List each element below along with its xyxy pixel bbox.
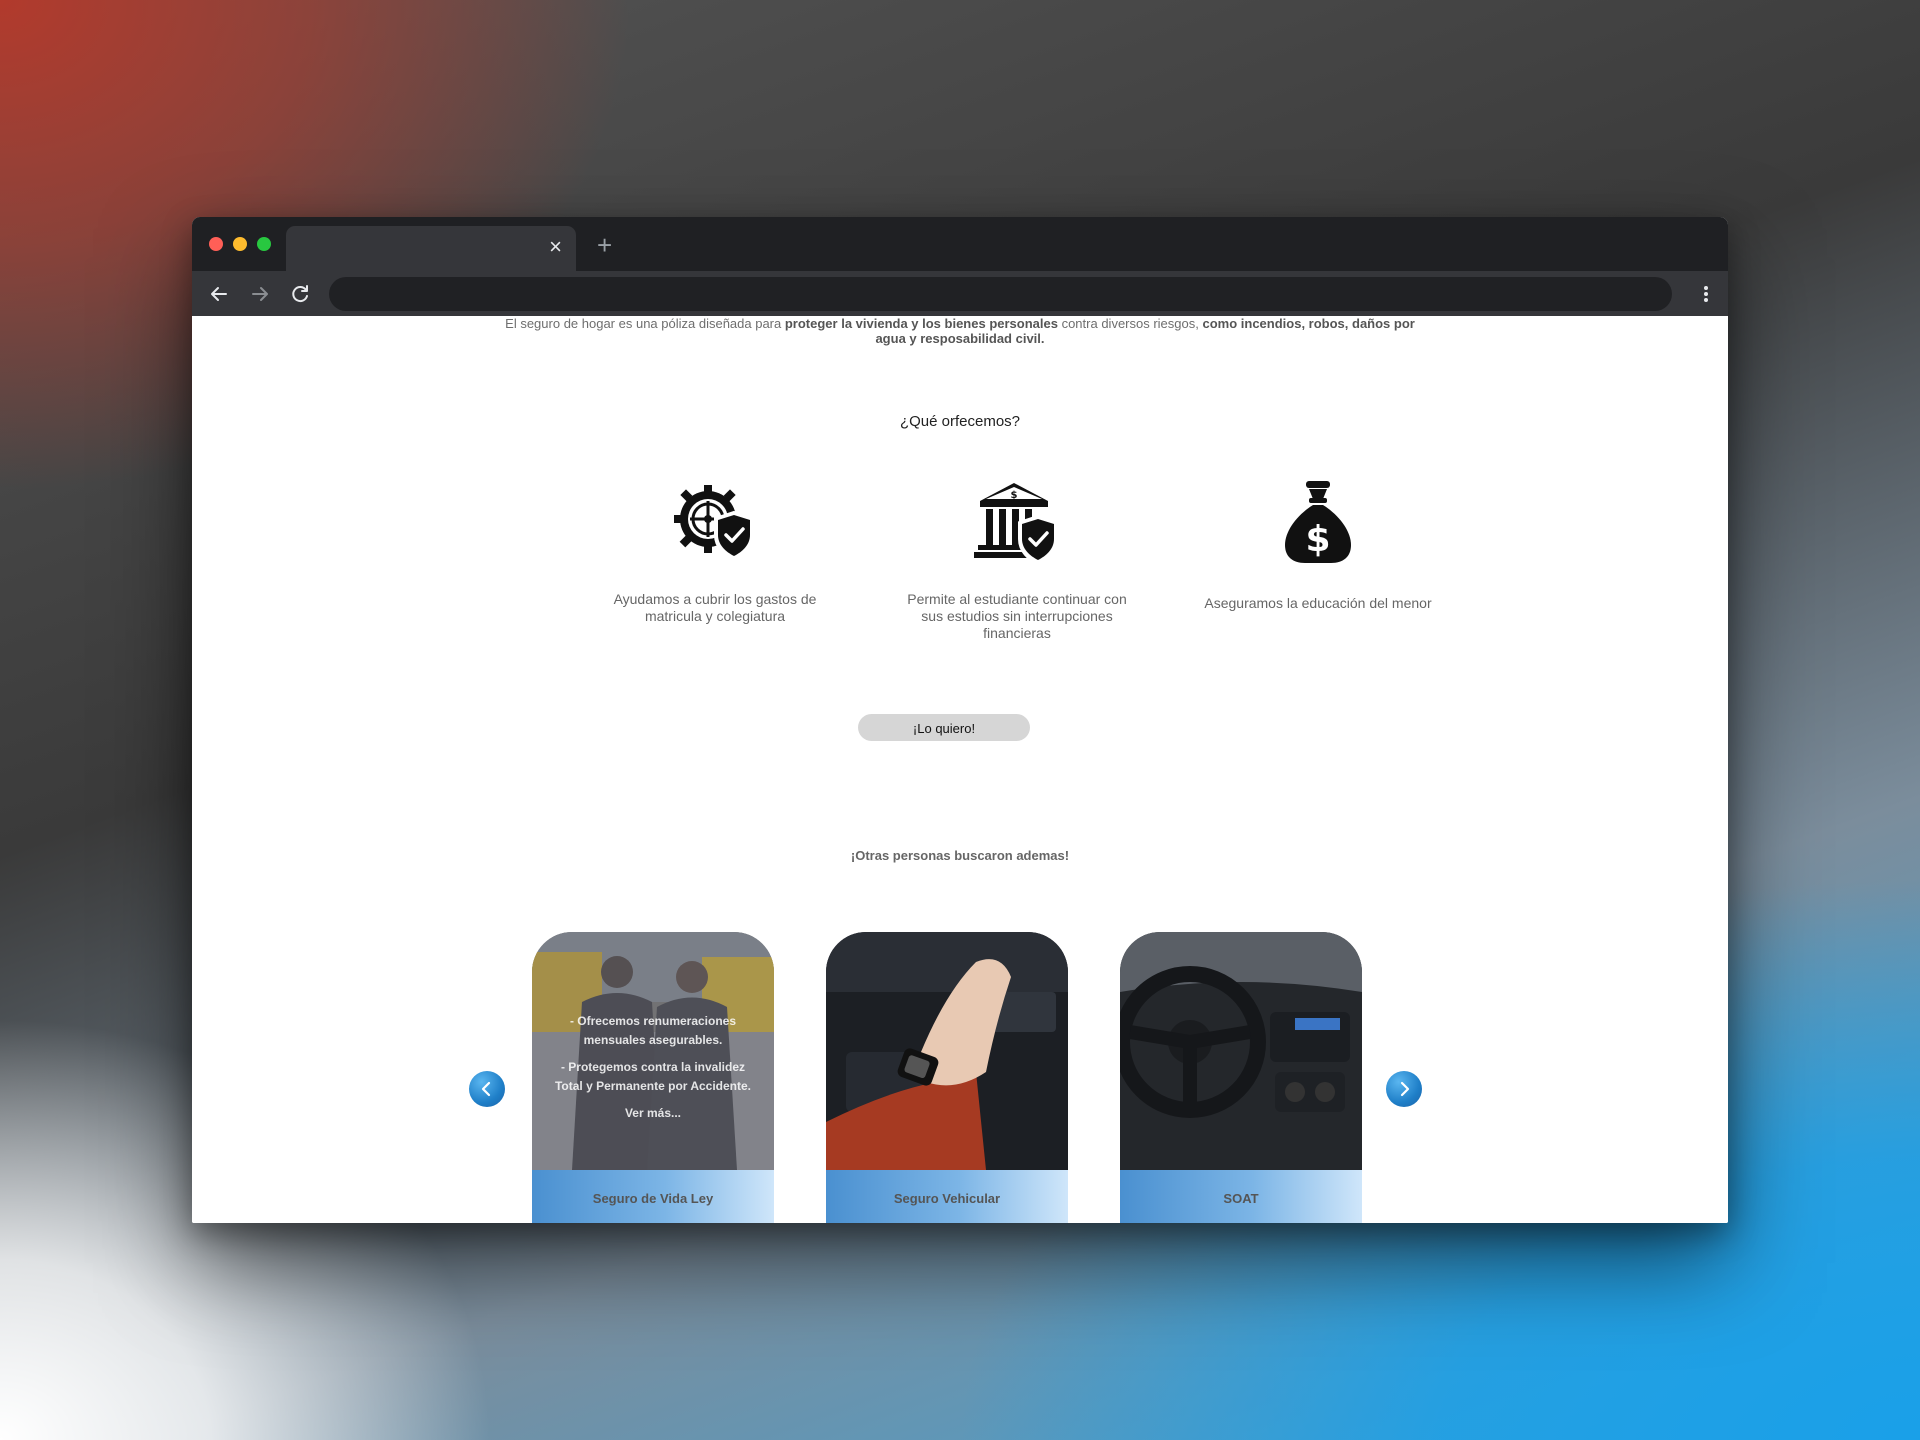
new-tab-button[interactable]: + <box>597 232 612 258</box>
money-bag-icon: $ <box>1285 481 1351 563</box>
benefit-text: Ayudamos a cubrir los gastos de matricul… <box>613 591 817 624</box>
product-card-vida-ley[interactable]: - Ofrecemos renumeraciones mensuales ase… <box>532 932 774 1223</box>
intro-text: El seguro de hogar es una póliza diseñad… <box>505 316 785 331</box>
product-card-soat[interactable]: SOAT <box>1120 932 1362 1223</box>
address-bar[interactable] <box>329 277 1672 311</box>
minimize-window-button[interactable] <box>233 237 247 251</box>
lo-quiero-button[interactable]: ¡Lo quiero! <box>858 714 1030 741</box>
benefit-text: Aseguramos la educación del menor <box>1204 595 1432 611</box>
chevron-right-icon <box>1400 1081 1410 1097</box>
card-image-car-interior <box>826 932 1068 1170</box>
offer-title: ¿Qué orfecemos? <box>899 413 1021 430</box>
tab-close-icon[interactable]: × <box>549 236 562 258</box>
benefit-text: Permite al estudiante continuar con sus … <box>907 591 1127 641</box>
browser-toolbar <box>192 271 1728 316</box>
gear-shield-icon <box>674 485 754 562</box>
intro-text: contra diversos riesgos, <box>1057 316 1203 331</box>
carousel-prev-button[interactable] <box>469 1071 505 1107</box>
card-title: Seguro Vehicular <box>826 1170 1068 1223</box>
intro-paragraph: El seguro de hogar es una póliza diseñad… <box>492 316 1428 346</box>
back-arrow-icon[interactable] <box>204 279 234 309</box>
svg-text:$: $ <box>1305 519 1330 560</box>
carousel-next-button[interactable] <box>1386 1071 1422 1107</box>
benefit-item: $ Aseguramos la educación del menor <box>1198 479 1438 612</box>
benefit-item: $ Permite al estudiante continuar con su… <box>897 479 1137 642</box>
chevron-left-icon <box>481 1081 491 1097</box>
card-title: Seguro de Vida Ley <box>532 1170 774 1223</box>
browser-titlebar: × + <box>192 217 1728 271</box>
card-image-steering-wheel <box>1120 932 1362 1170</box>
reload-icon[interactable] <box>285 279 315 309</box>
forward-arrow-icon[interactable] <box>245 279 275 309</box>
intro-bold-text: proteger la vivienda y los bienes person… <box>784 316 1058 331</box>
close-window-button[interactable] <box>209 237 223 251</box>
card-overlay: - Ofrecemos renumeraciones mensuales ase… <box>550 1012 756 1131</box>
product-card-vehicular[interactable]: Seguro Vehicular <box>826 932 1068 1223</box>
others-title: ¡Otras personas buscaron ademas! <box>850 848 1070 863</box>
benefit-item: Ayudamos a cubrir los gastos de matricul… <box>595 479 835 625</box>
card-title: SOAT <box>1120 1170 1362 1223</box>
page-content: El seguro de hogar es una póliza diseñad… <box>192 316 1728 1223</box>
see-more-link[interactable]: Ver más... <box>550 1104 756 1123</box>
browser-window: × + El seguro de hogar es una póliza dis… <box>192 217 1728 1223</box>
bank-shield-icon: $ <box>974 483 1058 565</box>
browser-tab[interactable]: × <box>286 226 576 271</box>
kebab-menu-icon[interactable] <box>1698 279 1714 309</box>
card-bullet: - Protegemos contra la invalidez Total y… <box>554 1060 752 1093</box>
intro-text: . <box>1040 331 1045 346</box>
card-bullet: - Ofrecemos renumeraciones mensuales ase… <box>569 1014 737 1047</box>
maximize-window-button[interactable] <box>257 237 271 251</box>
svg-text:$: $ <box>1011 490 1018 501</box>
